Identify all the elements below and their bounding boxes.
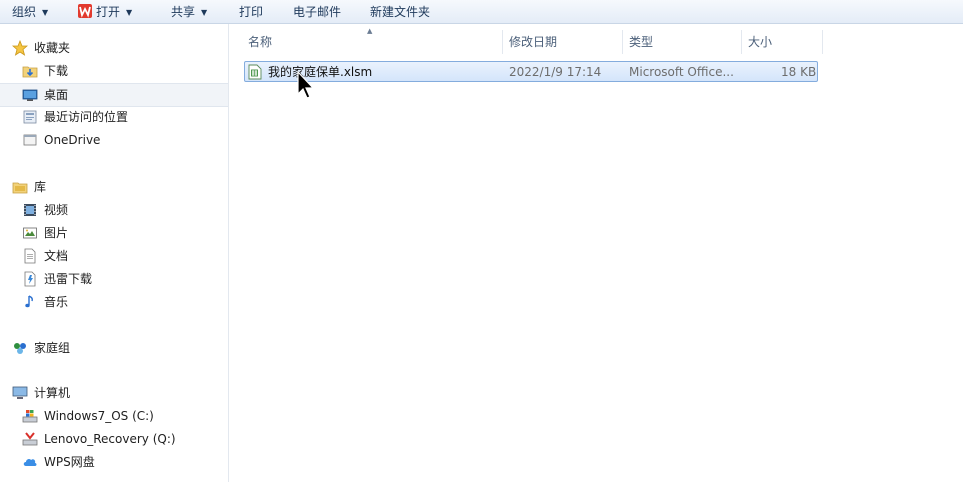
homegroup-icon [14, 343, 26, 354]
sidebar-group-library[interactable]: 库 [0, 176, 228, 198]
column-divider[interactable] [741, 30, 742, 54]
share-label: 共享 [171, 5, 196, 19]
open-menu[interactable]: 打开 ▼ [78, 0, 132, 24]
organize-label: 组织 [12, 5, 37, 19]
recovery-drive-icon [22, 432, 38, 446]
library-label: 库 [34, 180, 47, 194]
sidebar-item-downloads[interactable]: 下载 [0, 60, 228, 82]
thunder-downloads-label: 迅雷下载 [44, 272, 93, 286]
pictures-icon [23, 227, 37, 239]
sidebar-item-thunder-downloads[interactable]: 迅雷下载 [0, 268, 228, 290]
drive-c-label: Windows7_OS (C:) [44, 409, 154, 423]
command-bar: 组织 ▼ 打开 ▼ 共享 ▼ 打印 电子邮件 新建文件夹 [0, 0, 963, 24]
favorites-label: 收藏夹 [34, 41, 71, 55]
onedrive-label: OneDrive [44, 133, 101, 147]
sidebar-item-music[interactable]: 音乐 [0, 291, 228, 313]
sidebar-item-wps-cloud[interactable]: WPS网盘 [0, 451, 228, 473]
column-header-size[interactable]: 大小 [748, 30, 772, 54]
excel-file-icon [248, 64, 262, 80]
wps-icon [78, 4, 92, 18]
sidebar-item-pictures[interactable]: 图片 [0, 222, 228, 244]
sidebar-item-documents[interactable]: 文档 [0, 245, 228, 267]
sidebar-group-favorites[interactable]: 收藏夹 [0, 37, 228, 59]
star-icon [12, 40, 28, 56]
column-divider[interactable] [822, 30, 823, 54]
sidebar-item-drive-c[interactable]: Windows7_OS (C:) [0, 405, 228, 427]
library-icon [12, 182, 28, 194]
new-folder-button[interactable]: 新建文件夹 [370, 0, 430, 24]
pictures-label: 图片 [44, 226, 69, 240]
sidebar-item-desktop[interactable]: 桌面 [0, 83, 228, 107]
file-size: 18 KB [781, 65, 817, 79]
documents-icon [24, 248, 36, 264]
sidebar-item-drive-q[interactable]: Lenovo_Recovery (Q:) [0, 428, 228, 450]
videos-label: 视频 [44, 203, 69, 217]
computer-label: 计算机 [34, 386, 71, 400]
organize-menu[interactable]: 组织 ▼ [12, 0, 48, 24]
downloads-folder-icon [22, 66, 38, 78]
wps-cloud-icon [23, 458, 37, 466]
column-header-modified[interactable]: 修改日期 [509, 30, 557, 54]
downloads-label: 下载 [44, 64, 69, 78]
chevron-down-icon: ▼ [42, 8, 49, 17]
column-header-name[interactable]: 名称 [248, 30, 272, 54]
desktop-label: 桌面 [44, 88, 69, 102]
share-menu[interactable]: 共享 ▼ [171, 0, 207, 24]
open-label: 打开 [96, 5, 121, 19]
column-header-type[interactable]: 类型 [629, 30, 653, 54]
column-divider[interactable] [622, 30, 623, 54]
onedrive-icon [23, 134, 37, 146]
print-button[interactable]: 打印 [239, 0, 263, 24]
windows-drive-icon [22, 410, 38, 423]
homegroup-label: 家庭组 [34, 341, 71, 355]
thunder-download-icon [24, 271, 36, 287]
sidebar-group-homegroup[interactable]: 家庭组 [0, 337, 228, 359]
drive-q-label: Lenovo_Recovery (Q:) [44, 432, 176, 446]
sidebar-item-videos[interactable]: 视频 [0, 199, 228, 221]
recent-places-label: 最近访问的位置 [44, 110, 129, 124]
video-icon [24, 204, 36, 216]
mouse-cursor-icon [297, 70, 315, 99]
music-note-icon [25, 295, 33, 308]
chevron-down-icon: ▼ [126, 8, 133, 17]
sort-up-icon: ▲ [367, 27, 373, 35]
file-modified: 2022/1/9 17:14 [509, 65, 602, 79]
music-label: 音乐 [44, 295, 69, 309]
recent-places-icon [23, 110, 37, 124]
file-name: 我的家庭保单.xlsm [268, 65, 373, 79]
column-divider[interactable] [502, 30, 503, 54]
chevron-down-icon: ▼ [201, 8, 208, 17]
documents-label: 文档 [44, 249, 69, 263]
sidebar-item-onedrive[interactable]: OneDrive [0, 129, 228, 151]
desktop-icon [22, 89, 38, 101]
sidebar-group-computer[interactable]: 计算机 [0, 382, 228, 404]
wps-cloud-label: WPS网盘 [44, 455, 95, 469]
sidebar-item-recent-places[interactable]: 最近访问的位置 [0, 106, 228, 128]
file-type: Microsoft Office... [629, 65, 734, 79]
computer-icon [12, 386, 28, 399]
email-button[interactable]: 电子邮件 [293, 0, 341, 24]
